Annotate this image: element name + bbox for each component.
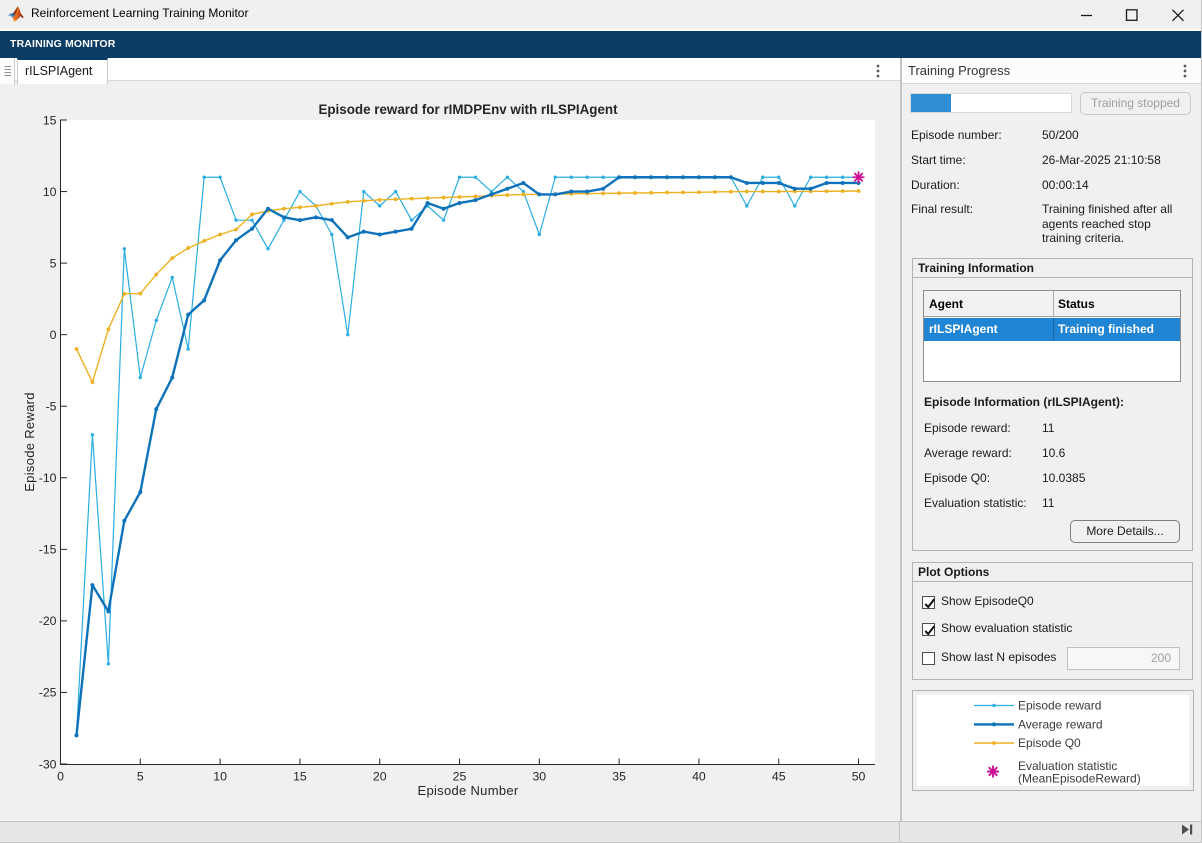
- svg-text:Episode Reward: Episode Reward: [22, 392, 37, 492]
- svg-text:15: 15: [293, 770, 307, 784]
- svg-text:Episode Q0: Episode Q0: [1018, 736, 1081, 750]
- svg-text:20: 20: [373, 770, 387, 784]
- svg-text:50: 50: [852, 770, 866, 784]
- svg-text:Episode reward: Episode reward: [1018, 699, 1101, 713]
- svg-text:-10: -10: [39, 471, 57, 485]
- svg-text:-20: -20: [39, 614, 57, 628]
- svg-text:5: 5: [137, 770, 144, 784]
- svg-text:25: 25: [453, 770, 467, 784]
- svg-text:15: 15: [43, 113, 57, 127]
- svg-text:-25: -25: [39, 686, 57, 700]
- svg-text:-15: -15: [39, 543, 57, 557]
- svg-text:10: 10: [213, 770, 227, 784]
- svg-text:Episode Number: Episode Number: [417, 783, 518, 798]
- svg-text:30: 30: [532, 770, 546, 784]
- svg-text:10: 10: [43, 185, 57, 199]
- svg-text:-5: -5: [46, 400, 57, 414]
- svg-text:(MeanEpisodeReward): (MeanEpisodeReward): [1018, 772, 1141, 786]
- svg-text:0: 0: [57, 770, 64, 784]
- svg-text:35: 35: [612, 770, 626, 784]
- svg-text:40: 40: [692, 770, 706, 784]
- svg-text:5: 5: [50, 256, 57, 270]
- svg-text:-30: -30: [39, 757, 57, 771]
- svg-text:Episode reward for rIMDPEnv wi: Episode reward for rIMDPEnv with rILSPIA…: [318, 102, 618, 117]
- svg-text:Average reward: Average reward: [1018, 717, 1103, 731]
- svg-text:0: 0: [50, 328, 57, 342]
- svg-text:45: 45: [772, 770, 786, 784]
